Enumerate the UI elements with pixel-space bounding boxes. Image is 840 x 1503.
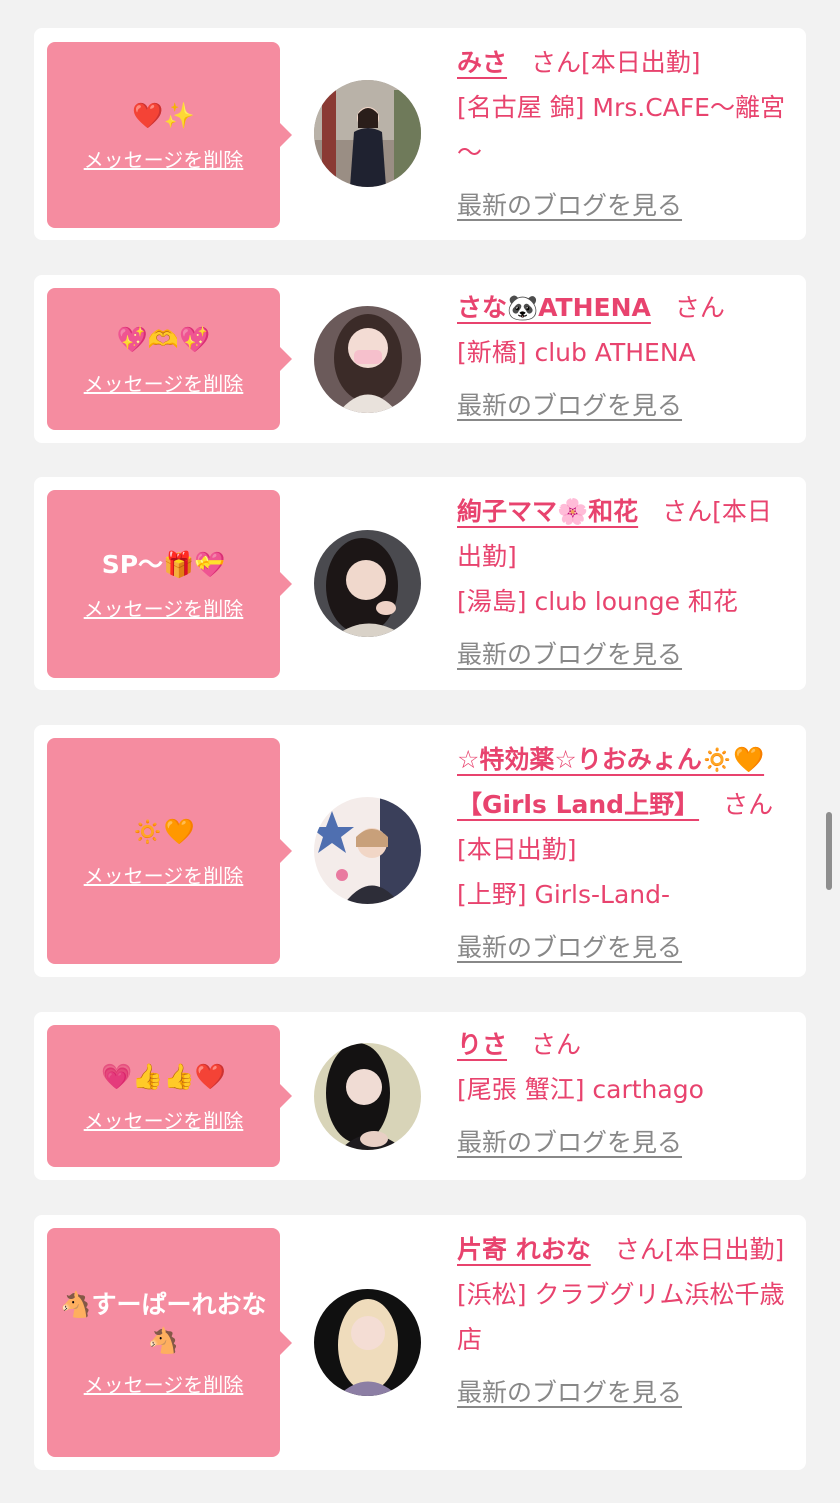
delete-message-link[interactable]: メッセージを削除 [84,1105,244,1134]
latest-blog-link[interactable]: 最新のブログを見る [457,925,792,970]
delete-message-link[interactable]: メッセージを削除 [84,368,244,397]
cast-name-link[interactable]: さな🐼ATHENA [457,293,651,322]
name-line: ☆特効薬☆りおみょん🔅🧡【Girls Land上野】 さん[本日出勤] [457,737,792,872]
scrollbar[interactable] [826,812,832,890]
message-bubble: 🔅🧡 メッセージを削除 [47,738,292,964]
shop-text: [湯島] club lounge 和花 [457,587,738,616]
message-text: SP～🎁💝 [101,549,226,579]
cast-avatar[interactable] [314,1043,421,1150]
cast-card: 🔅🧡 メッセージを削除 ☆特効薬☆りおみょん🔅🧡【Girls Land上野】 さん… [34,725,806,977]
honorific-text: さん[本日出勤] [531,48,701,77]
cast-avatar[interactable] [314,306,421,413]
cast-card: SP～🎁💝 メッセージを削除 絢子ママ🌸和花 さん[本日出勤] [湯島] club… [34,477,806,690]
shop-text: [浜松] クラブグリム浜松千歳店 [457,1280,785,1354]
message-bubble: 💗👍👍❤️ メッセージを削除 [47,1025,292,1167]
name-line: 絢子ママ🌸和花 さん[本日出勤] [457,489,792,579]
cast-card: 💗👍👍❤️ メッセージを削除 りさ さん [尾張 蟹江] carthago 最新の… [34,1012,806,1180]
cast-info: ☆特効薬☆りおみょん🔅🧡【Girls Land上野】 さん[本日出勤] [上野] … [457,737,792,970]
latest-blog-link[interactable]: 最新のブログを見る [457,383,792,428]
cast-avatar[interactable] [314,797,421,904]
shop-text: [新橋] club ATHENA [457,338,696,367]
cast-card: 💖🫶💖 メッセージを削除 さな🐼ATHENA さん [新橋] club ATHEN… [34,275,806,443]
cast-avatar[interactable] [314,1289,421,1396]
name-line: さな🐼ATHENA さん [457,285,792,330]
delete-message-link[interactable]: メッセージを削除 [84,860,244,889]
shop-text: [上野] Girls-Land- [457,880,671,909]
message-text: 💖🫶💖 [116,324,211,354]
name-line: みさ さん[本日出勤] [457,40,792,85]
message-bubble: ❤️✨ メッセージを削除 [47,42,292,228]
message-text: 🐴すーぱーれおな🐴 [60,1290,267,1355]
honorific-text: さん [674,293,725,322]
cast-card: 🐴すーぱーれおな🐴 メッセージを削除 片寄 れおな さん[本日出勤] [浜松] ク… [34,1215,806,1470]
latest-blog-link[interactable]: 最新のブログを見る [457,632,792,677]
delete-message-link[interactable]: メッセージを削除 [84,1369,244,1398]
cast-avatar[interactable] [314,80,421,187]
shop-text: [名古屋 錦] Mrs.CAFE～離宮～ [457,93,785,167]
cast-info: さな🐼ATHENA さん [新橋] club ATHENA 最新のブログを見る [457,285,792,428]
message-text: 🔅🧡 [132,816,195,846]
cast-name-link[interactable]: みさ [457,48,507,77]
name-line: 片寄 れおな さん[本日出勤] [457,1227,792,1272]
latest-blog-link[interactable]: 最新のブログを見る [457,183,792,228]
name-line: りさ さん [457,1022,792,1067]
latest-blog-link[interactable]: 最新のブログを見る [457,1120,792,1165]
delete-message-link[interactable]: メッセージを削除 [84,593,244,622]
honorific-text: さん [531,1030,582,1059]
message-bubble: 💖🫶💖 メッセージを削除 [47,288,292,430]
cast-info: りさ さん [尾張 蟹江] carthago 最新のブログを見る [457,1022,792,1165]
latest-blog-link[interactable]: 最新のブログを見る [457,1370,792,1415]
honorific-text: さん[本日出勤] [614,1235,785,1264]
cast-name-link[interactable]: 片寄 れおな [457,1235,591,1264]
message-bubble: SP～🎁💝 メッセージを削除 [47,490,292,678]
cast-info: 絢子ママ🌸和花 さん[本日出勤] [湯島] club lounge 和花 最新のブ… [457,489,792,677]
cast-name-link[interactable]: 絢子ママ🌸和花 [457,497,638,526]
cast-info: 片寄 れおな さん[本日出勤] [浜松] クラブグリム浜松千歳店 最新のブログを見… [457,1227,792,1415]
message-text: 💗👍👍❤️ [101,1061,226,1091]
message-bubble: 🐴すーぱーれおな🐴 メッセージを削除 [47,1228,292,1457]
cast-info: みさ さん[本日出勤] [名古屋 錦] Mrs.CAFE～離宮～ 最新のブログを見… [457,40,792,228]
shop-text: [尾張 蟹江] carthago [457,1075,704,1104]
delete-message-link[interactable]: メッセージを削除 [84,144,244,173]
cast-card: ❤️✨ メッセージを削除 みさ さん[本日出勤] [名古屋 錦] Mrs.CAFE… [34,28,806,240]
message-text: ❤️✨ [132,100,195,130]
cast-avatar[interactable] [314,530,421,637]
cast-name-link[interactable]: ☆特効薬☆りおみょん🔅🧡【Girls Land上野】 [457,745,764,819]
cast-name-link[interactable]: りさ [457,1030,507,1059]
favorites-list: ❤️✨ メッセージを削除 みさ さん[本日出勤] [名古屋 錦] Mrs.CAFE… [0,0,840,1503]
